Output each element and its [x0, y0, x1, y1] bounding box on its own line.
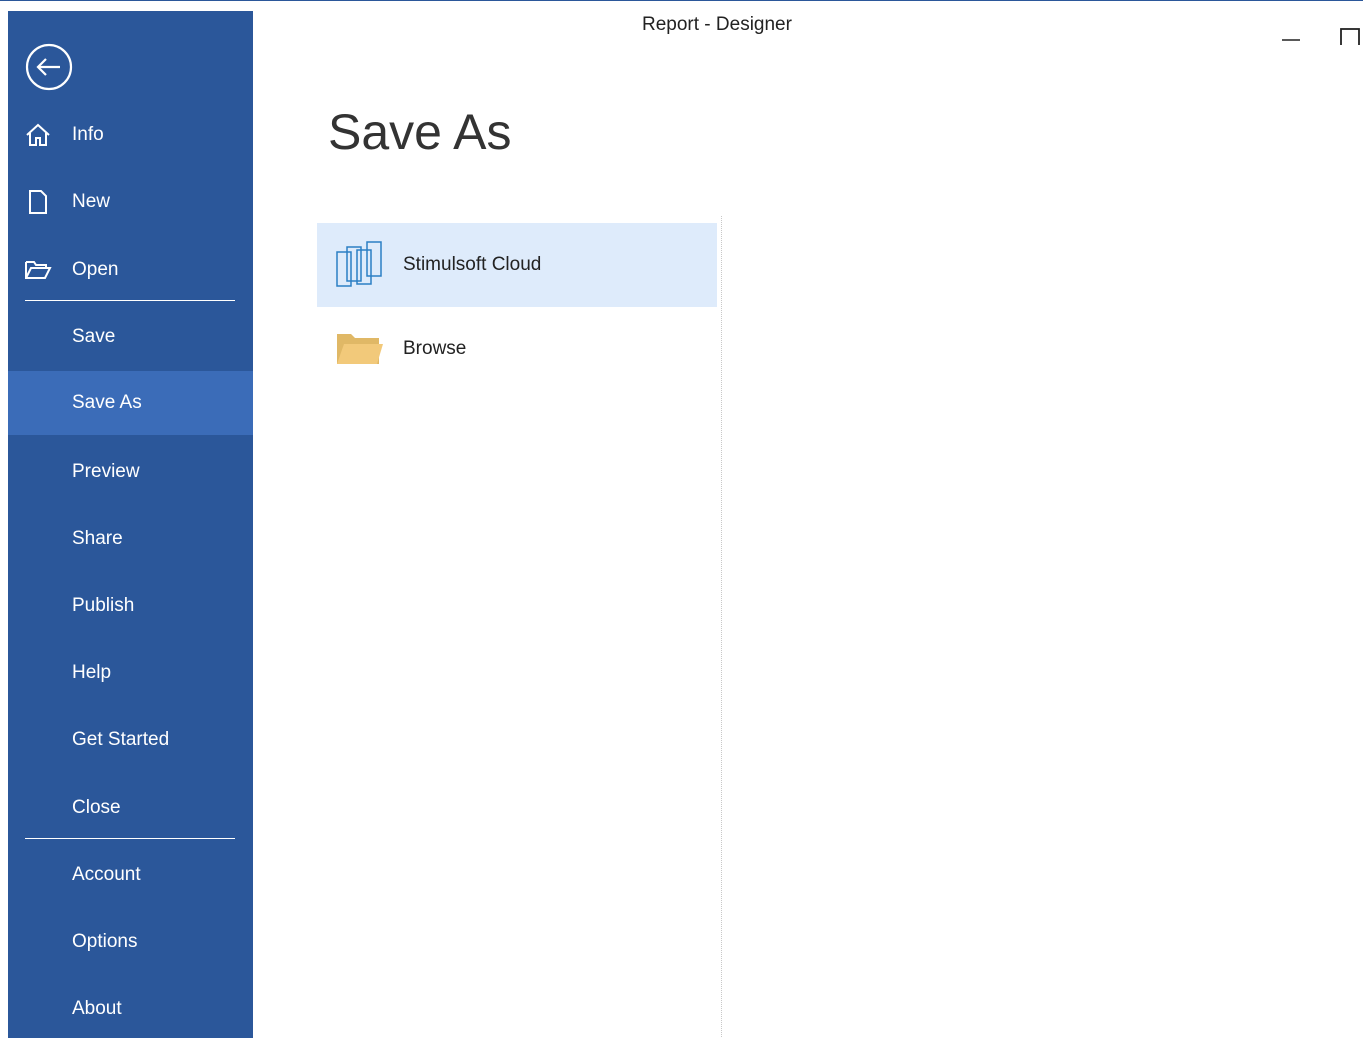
sidebar-item-help[interactable]: Help [8, 641, 253, 705]
sidebar-item-label: Close [72, 797, 121, 818]
panel-separator [721, 216, 722, 1038]
sidebar-divider [25, 838, 235, 839]
sidebar-item-label: Open [72, 259, 119, 280]
sidebar-item-new[interactable]: New [8, 170, 253, 234]
sidebar-item-save-as[interactable]: Save As [8, 371, 253, 435]
folder-icon [335, 324, 385, 374]
sidebar-item-label: Options [72, 931, 138, 952]
sidebar-item-label: Publish [72, 595, 135, 616]
location-browse[interactable]: Browse [317, 307, 717, 391]
sidebar-item-label: About [72, 998, 122, 1019]
sidebar-item-close[interactable]: Close [8, 776, 253, 840]
location-label: Stimulsoft Cloud [403, 254, 542, 275]
maximize-icon [1340, 28, 1360, 48]
back-arrow-icon [25, 43, 73, 91]
sidebar-item-label: Get Started [72, 729, 170, 750]
window-title: Report - Designer [642, 14, 792, 35]
sidebar-item-about[interactable]: About [8, 977, 253, 1038]
sidebar-item-save[interactable]: Save [8, 305, 253, 369]
app-window: Info New Open Save Save As Preview Share… [0, 0, 1363, 1038]
back-button[interactable] [25, 43, 73, 91]
sidebar-divider [25, 300, 235, 301]
new-document-icon [24, 188, 52, 216]
sidebar-item-preview[interactable]: Preview [8, 440, 253, 504]
sidebar-item-label: Save As [72, 392, 142, 413]
open-folder-icon [24, 256, 52, 284]
sidebar-item-label: Share [72, 528, 123, 549]
backstage-sidebar: Info New Open Save Save As Preview Share… [8, 11, 253, 1038]
minimize-button[interactable] [1276, 15, 1306, 45]
sidebar-item-label: Account [72, 864, 141, 885]
page-title: Save As [328, 104, 512, 160]
sidebar-item-get-started[interactable]: Get Started [8, 708, 253, 772]
minimize-icon [1282, 39, 1300, 41]
save-locations-list: Stimulsoft Cloud Browse [317, 223, 717, 391]
sidebar-item-share[interactable]: Share [8, 507, 253, 571]
sidebar-item-label: Save [72, 326, 116, 347]
sidebar-item-publish[interactable]: Publish [8, 574, 253, 638]
location-stimulsoft-cloud[interactable]: Stimulsoft Cloud [317, 223, 717, 307]
sidebar-item-label: Help [72, 662, 112, 683]
sidebar-item-label: Info [72, 124, 104, 145]
title-bar: Report - Designer [253, 1, 1363, 51]
home-icon [24, 121, 52, 149]
location-label: Browse [403, 338, 467, 359]
cloud-pages-icon [335, 240, 385, 290]
sidebar-item-label: Preview [72, 461, 140, 482]
sidebar-item-label: New [72, 191, 111, 212]
sidebar-item-info[interactable]: Info [8, 103, 253, 167]
maximize-button[interactable] [1336, 15, 1363, 48]
sidebar-item-options[interactable]: Options [8, 910, 253, 974]
sidebar-item-account[interactable]: Account [8, 843, 253, 907]
sidebar-item-open[interactable]: Open [8, 238, 253, 302]
